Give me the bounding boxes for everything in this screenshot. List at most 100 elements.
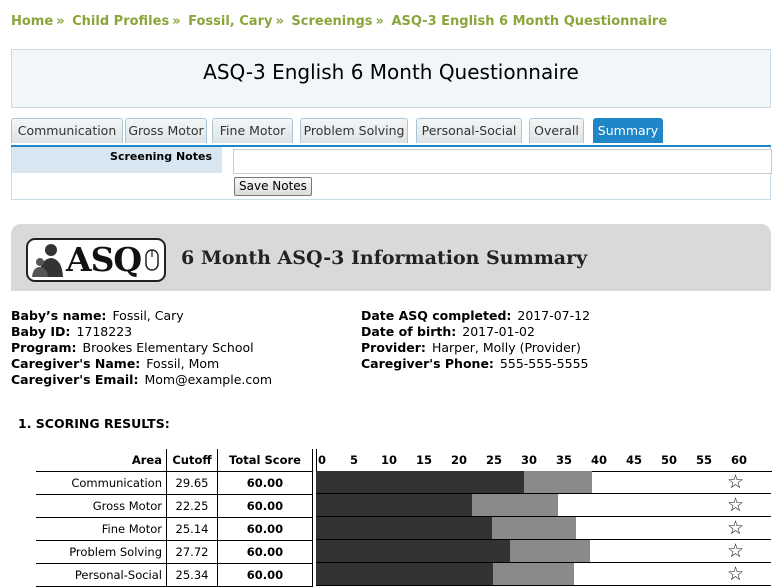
- tab-summary[interactable]: Summary: [593, 118, 663, 143]
- area-cell: Communication: [36, 471, 167, 495]
- total-cell: 60.00: [217, 494, 313, 518]
- star-icon: ☆: [727, 563, 745, 585]
- area-cell: Gross Motor: [36, 494, 167, 518]
- tab-bar: Communication Gross Motor Fine Motor Pro…: [11, 118, 771, 147]
- axis-tick-label: 20: [451, 453, 468, 467]
- tab-communication[interactable]: Communication: [11, 118, 123, 143]
- monitoring-zone-bar: [471, 494, 559, 516]
- table-row: Gross Motor 22.25 60.00: [36, 494, 313, 518]
- below-cutoff-bar: [316, 517, 492, 539]
- area-cell: Fine Motor: [36, 517, 167, 541]
- axis-tick-label: 30: [521, 453, 538, 467]
- mouse-icon: [145, 249, 159, 271]
- table-row: Personal-Social 25.34 60.00: [36, 563, 313, 587]
- page-title: ASQ-3 English 6 Month Questionnaire: [203, 60, 579, 84]
- area-cell: Personal-Social: [36, 563, 167, 587]
- screening-notes-label-cell: Screening Notes: [12, 147, 222, 173]
- breadcrumb-separator: »: [275, 14, 284, 29]
- score-axis: 0 5 10 15 20 25 30 35 40 45 50 55 60: [316, 449, 772, 472]
- axis-tick-label: 40: [591, 453, 608, 467]
- monitoring-zone-bar: [493, 563, 575, 585]
- axis-tick-label: 35: [556, 453, 573, 467]
- info-value: Mom@example.com: [144, 372, 273, 387]
- star-icon: ☆: [727, 540, 745, 562]
- table-row: Communication 29.65 60.00: [36, 471, 313, 495]
- bar-row: ☆: [316, 494, 771, 517]
- below-cutoff-bar: [316, 471, 524, 493]
- info-caregiver-phone: Caregiver's Phone: 555-555-5555: [361, 356, 590, 372]
- column-header-total: Total Score: [217, 449, 313, 472]
- info-date-completed: Date ASQ completed: 2017-07-12: [361, 308, 590, 324]
- info-label: Caregiver's Email:: [11, 372, 139, 387]
- total-cell: 60.00: [217, 471, 313, 495]
- breadcrumb-screenings[interactable]: Screenings: [291, 14, 372, 29]
- info-label: Caregiver's Phone:: [361, 356, 494, 371]
- summary-title: 6 Month ASQ-3 Information Summary: [181, 247, 588, 269]
- total-cell: 60.00: [217, 517, 313, 541]
- save-notes-button[interactable]: Save Notes: [234, 177, 312, 196]
- cutoff-cell: 29.65: [166, 471, 218, 495]
- axis-tick-label: 50: [661, 453, 678, 467]
- screening-notes-row: Screening Notes Save Notes: [11, 147, 772, 200]
- bar-row: ☆: [316, 540, 771, 563]
- people-icon: [32, 244, 63, 277]
- breadcrumb-separator: »: [56, 14, 65, 29]
- below-cutoff-bar: [316, 563, 494, 585]
- info-label: Date ASQ completed:: [361, 308, 512, 323]
- info-date-of-birth: Date of birth: 2017-01-02: [361, 324, 590, 340]
- star-icon: ☆: [727, 471, 745, 493]
- info-value: Brookes Elementary School: [82, 340, 254, 355]
- screening-notes-input[interactable]: [233, 149, 772, 174]
- tab-overall[interactable]: Overall: [529, 118, 584, 143]
- info-value: Harper, Molly (Provider): [431, 340, 581, 355]
- cutoff-cell: 25.34: [166, 563, 218, 587]
- total-cell: 60.00: [217, 563, 313, 587]
- info-provider: Provider: Harper, Molly (Provider): [361, 340, 590, 356]
- star-icon: ☆: [727, 517, 745, 539]
- breadcrumb-child-profiles[interactable]: Child Profiles: [72, 14, 169, 29]
- breadcrumb-separator: »: [375, 14, 384, 29]
- asq-logo-text: ASQ: [66, 240, 142, 279]
- info-value: Fossil, Cary: [112, 308, 184, 323]
- info-caregiver-name: Caregiver's Name: Fossil, Mom: [11, 356, 272, 372]
- cutoff-cell: 25.14: [166, 517, 218, 541]
- table-row: Problem Solving 27.72 60.00: [36, 540, 313, 564]
- breadcrumb-separator: »: [172, 14, 181, 29]
- column-header-cutoff: Cutoff: [166, 449, 218, 472]
- monitoring-zone-bar: [523, 471, 592, 493]
- breadcrumb-questionnaire[interactable]: ASQ-3 English 6 Month Questionnaire: [391, 14, 667, 29]
- info-label: Date of birth:: [361, 324, 457, 339]
- axis-tick-label: 25: [486, 453, 503, 467]
- breadcrumb-home[interactable]: Home: [11, 14, 53, 29]
- asq-logo: ASQ: [26, 238, 166, 282]
- info-value: 1718223: [76, 324, 133, 339]
- info-label: Caregiver's Name:: [11, 356, 141, 371]
- info-label: Baby ID:: [11, 324, 71, 339]
- below-cutoff-bar: [316, 540, 511, 562]
- info-caregiver-email: Caregiver's Email: Mom@example.com: [11, 372, 272, 388]
- info-value: 555-555-5555: [499, 356, 589, 371]
- tab-problem-solving[interactable]: Problem Solving: [300, 118, 408, 143]
- area-cell: Problem Solving: [36, 540, 167, 564]
- bar-row: ☆: [316, 471, 771, 494]
- child-info-left: Baby’s name: Fossil, Cary Baby ID: 1718223…: [11, 308, 272, 388]
- info-value: 2017-01-02: [462, 324, 535, 339]
- axis-tick-label: 45: [626, 453, 643, 467]
- tab-gross-motor[interactable]: Gross Motor: [125, 118, 207, 143]
- info-baby-id: Baby ID: 1718223: [11, 324, 272, 340]
- info-value: 2017-07-12: [517, 308, 591, 323]
- axis-tick-label: 55: [696, 453, 713, 467]
- summary-header: ASQ 6 Month ASQ-3 Information Summary: [11, 224, 771, 291]
- info-baby-name: Baby’s name: Fossil, Cary: [11, 308, 272, 324]
- star-icon: ☆: [727, 494, 745, 516]
- bar-row: ☆: [316, 563, 771, 586]
- page-title-box: ASQ-3 English 6 Month Questionnaire: [11, 49, 771, 108]
- info-label: Program:: [11, 340, 77, 355]
- tab-personal-social[interactable]: Personal-Social: [416, 118, 522, 143]
- axis-tick-label: 5: [350, 453, 359, 467]
- breadcrumb-child[interactable]: Fossil, Cary: [188, 14, 272, 29]
- tab-fine-motor[interactable]: Fine Motor: [212, 118, 293, 143]
- cutoff-cell: 22.25: [166, 494, 218, 518]
- child-info-right: Date ASQ completed: 2017-07-12 Date of bi…: [361, 308, 590, 372]
- axis-tick-label: 60: [731, 453, 748, 467]
